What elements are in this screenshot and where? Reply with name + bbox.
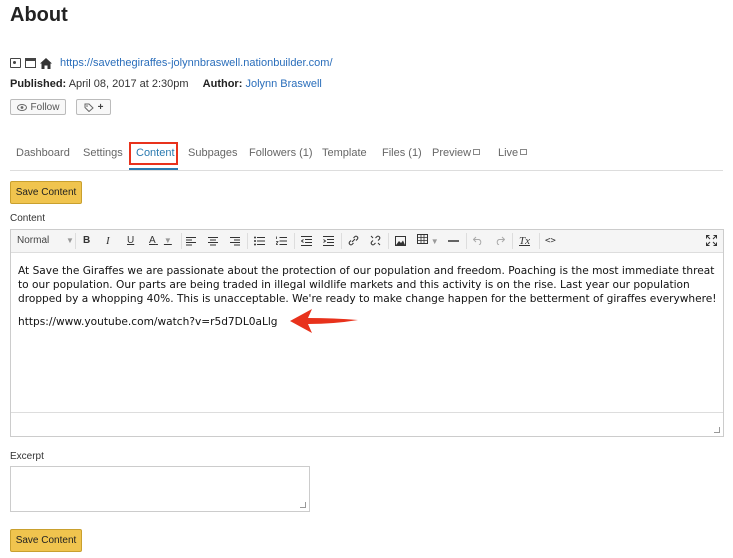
save-content-button-top[interactable]: Save Content: [10, 181, 82, 204]
tab-settings[interactable]: Settings: [83, 147, 123, 159]
paragraph-style-select[interactable]: Normal ▼: [17, 234, 74, 248]
chevron-down-icon: ▼: [163, 236, 172, 245]
bullet-list-icon[interactable]: [254, 236, 265, 246]
chevron-down-icon: ▼: [66, 236, 74, 245]
content-video-url: https://www.youtube.com/watch?v=r5d7DL0a…: [18, 316, 278, 328]
page-url-row: https://savethegiraffes-jolynnbraswell.n…: [10, 57, 333, 69]
tab-template[interactable]: Template: [322, 147, 367, 159]
active-tab-underline: [129, 168, 178, 170]
published-date: April 08, 2017 at 2:30pm: [68, 78, 189, 90]
link-icon[interactable]: [348, 235, 359, 246]
external-link-icon: [520, 149, 528, 155]
page-title: About: [10, 4, 68, 26]
numbered-list-icon[interactable]: [276, 236, 287, 246]
page-url-link[interactable]: https://savethegiraffes-jolynnbraswell.n…: [60, 57, 333, 69]
excerpt-textarea[interactable]: [10, 466, 310, 512]
add-tag-button[interactable]: +: [76, 99, 111, 115]
content-label: Content: [10, 213, 46, 224]
window-icon[interactable]: [25, 58, 36, 68]
source-code-button[interactable]: <>: [545, 234, 556, 248]
fullscreen-icon[interactable]: [706, 235, 717, 246]
publish-meta: Published: April 08, 2017 at 2:30pm Auth…: [10, 78, 322, 90]
excerpt-label: Excerpt: [10, 451, 44, 462]
editor-toolbar: Normal ▼ B I U A ▼ ▼ Tx <>: [11, 230, 723, 253]
follow-label: Follow: [30, 101, 60, 113]
font-color-label: A: [149, 235, 156, 246]
page-icon[interactable]: [10, 58, 21, 68]
indent-icon[interactable]: [323, 236, 334, 246]
italic-button[interactable]: I: [106, 234, 110, 248]
home-icon[interactable]: [40, 57, 52, 69]
align-center-icon[interactable]: [208, 237, 218, 246]
follow-button[interactable]: Follow: [10, 99, 66, 115]
eye-icon: [16, 103, 27, 111]
tab-preview[interactable]: Preview: [432, 147, 481, 159]
resize-handle-icon[interactable]: [714, 427, 720, 433]
editor-content-area[interactable]: At Save the Giraffes we are passionate a…: [18, 264, 720, 338]
chevron-down-icon: ▼: [430, 237, 439, 246]
bold-button[interactable]: B: [83, 234, 90, 248]
tab-dashboard[interactable]: Dashboard: [16, 147, 70, 159]
align-left-icon[interactable]: [186, 237, 196, 246]
tab-subpages[interactable]: Subpages: [188, 147, 238, 159]
table-button[interactable]: ▼: [417, 234, 439, 249]
arrow-annotation-icon: [290, 309, 358, 333]
horizontal-rule-icon[interactable]: [448, 240, 459, 242]
editor-status-bar: [11, 412, 723, 436]
tab-live-label: Live: [498, 147, 519, 159]
unlink-icon[interactable]: [370, 235, 381, 246]
content-tab-highlight-box: [129, 142, 178, 165]
external-link-icon: [473, 149, 481, 155]
plus-label: +: [97, 101, 104, 113]
published-label: Published:: [10, 78, 67, 90]
tab-files[interactable]: Files (1): [382, 147, 422, 159]
align-right-icon[interactable]: [230, 237, 240, 246]
save-content-button-bottom[interactable]: Save Content: [10, 529, 82, 552]
tab-bar: Dashboard Settings Content Subpages Foll…: [10, 142, 723, 171]
paragraph-style-value: Normal: [17, 235, 50, 246]
clear-format-button[interactable]: Tx: [519, 234, 530, 248]
underline-button[interactable]: U: [127, 234, 134, 248]
table-icon: [417, 234, 428, 244]
content-editor[interactable]: Normal ▼ B I U A ▼ ▼ Tx <> At Save the G…: [10, 229, 724, 437]
author-link[interactable]: Jolynn Braswell: [245, 78, 321, 90]
content-paragraph: At Save the Giraffes we are passionate a…: [18, 265, 717, 305]
undo-icon[interactable]: [473, 236, 483, 245]
tab-live[interactable]: Live: [498, 147, 528, 159]
outdent-icon[interactable]: [301, 236, 312, 246]
image-icon[interactable]: [395, 236, 406, 246]
tab-preview-label: Preview: [432, 147, 472, 159]
redo-icon[interactable]: [495, 236, 505, 245]
resize-handle-icon[interactable]: [300, 502, 306, 508]
font-color-button[interactable]: A ▼: [149, 234, 172, 248]
tag-icon: [84, 103, 94, 112]
author-label: Author:: [202, 78, 243, 90]
tab-followers[interactable]: Followers (1): [249, 147, 313, 159]
